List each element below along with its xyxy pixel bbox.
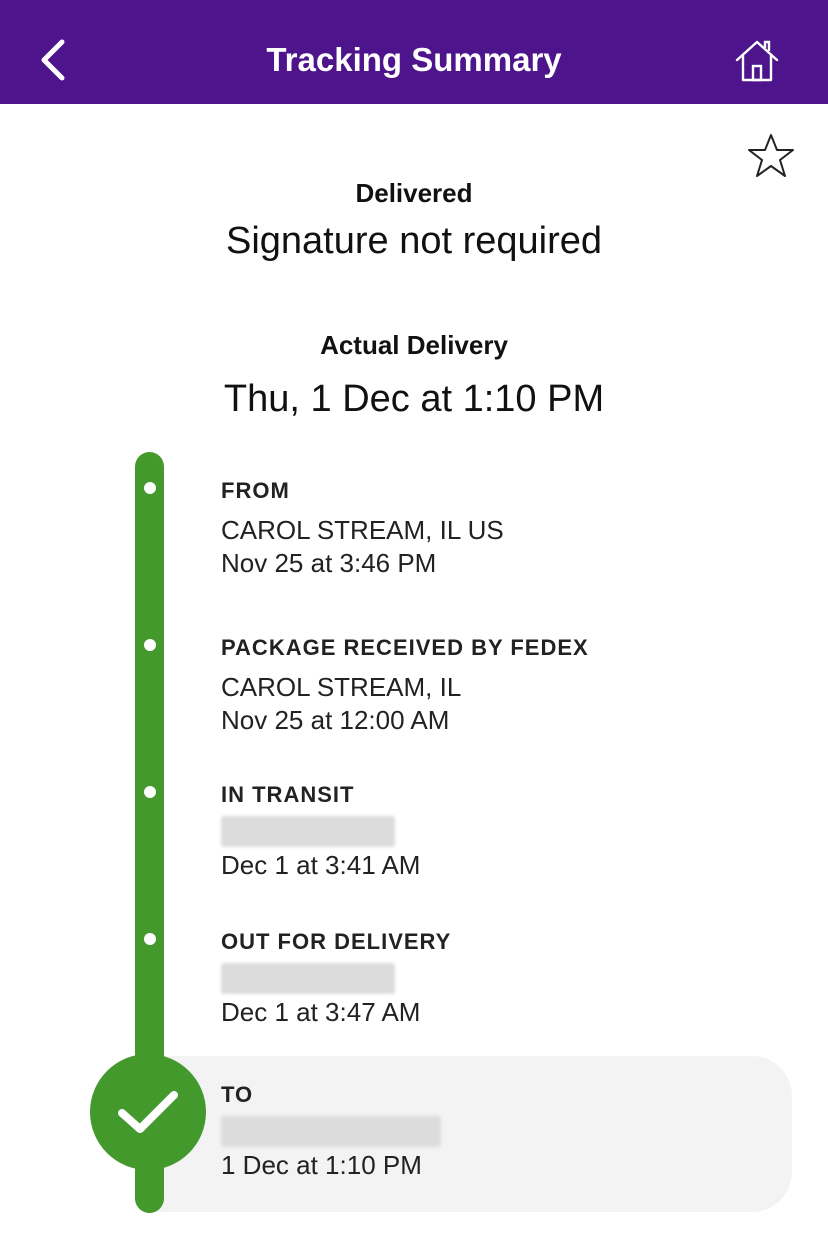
favorite-button[interactable]	[746, 132, 796, 180]
timeline-event-out-for-delivery: OUT FOR DELIVERY Dec 1 at 3:47 AM	[221, 927, 781, 1029]
event-title: PACKAGE RECEIVED BY FEDEX	[221, 635, 589, 660]
checkmark-icon	[118, 1091, 178, 1133]
home-button[interactable]	[732, 36, 782, 86]
redacted-address	[221, 1116, 441, 1147]
timeline-event-from: FROM CAROL STREAM, IL US Nov 25 at 3:46 …	[221, 476, 781, 580]
timeline-dot	[144, 933, 156, 945]
page-title: Tracking Summary	[266, 41, 562, 78]
timeline-dot	[144, 482, 156, 494]
star-outline-icon	[748, 134, 794, 177]
event-location: CAROL STREAM, IL US	[221, 515, 504, 545]
event-time: Nov 25 at 12:00 AM	[221, 705, 450, 735]
delivered-check	[90, 1054, 206, 1170]
event-title: FROM	[221, 478, 290, 503]
redacted-location	[221, 963, 395, 994]
timeline-event-received: PACKAGE RECEIVED BY FEDEX CAROL STREAM, …	[221, 633, 781, 737]
event-time: Dec 1 at 3:47 AM	[221, 997, 421, 1027]
event-location: CAROL STREAM, IL	[221, 672, 462, 702]
timeline-dot	[144, 639, 156, 651]
timeline-dot	[144, 786, 156, 798]
event-time: 1 Dec at 1:10 PM	[221, 1150, 422, 1180]
status-subtitle: Signature not required	[225, 220, 603, 262]
event-time: Dec 1 at 3:41 AM	[221, 850, 421, 880]
event-title: IN TRANSIT	[221, 782, 355, 807]
event-title: TO	[221, 1082, 254, 1107]
app-header: Tracking Summary	[0, 0, 828, 104]
timeline-event-in-transit: IN TRANSIT Dec 1 at 3:41 AM	[221, 780, 781, 882]
event-time: Nov 25 at 3:46 PM	[221, 548, 437, 578]
timeline-event-to: TO 1 Dec at 1:10 PM	[221, 1080, 781, 1182]
redacted-location	[221, 816, 395, 847]
event-title: OUT FOR DELIVERY	[221, 929, 452, 954]
home-icon	[735, 40, 779, 82]
status-label: Delivered	[355, 178, 473, 208]
delivery-date: Thu, 1 Dec at 1:10 PM	[223, 378, 605, 420]
delivery-label: Actual Delivery	[320, 330, 508, 360]
